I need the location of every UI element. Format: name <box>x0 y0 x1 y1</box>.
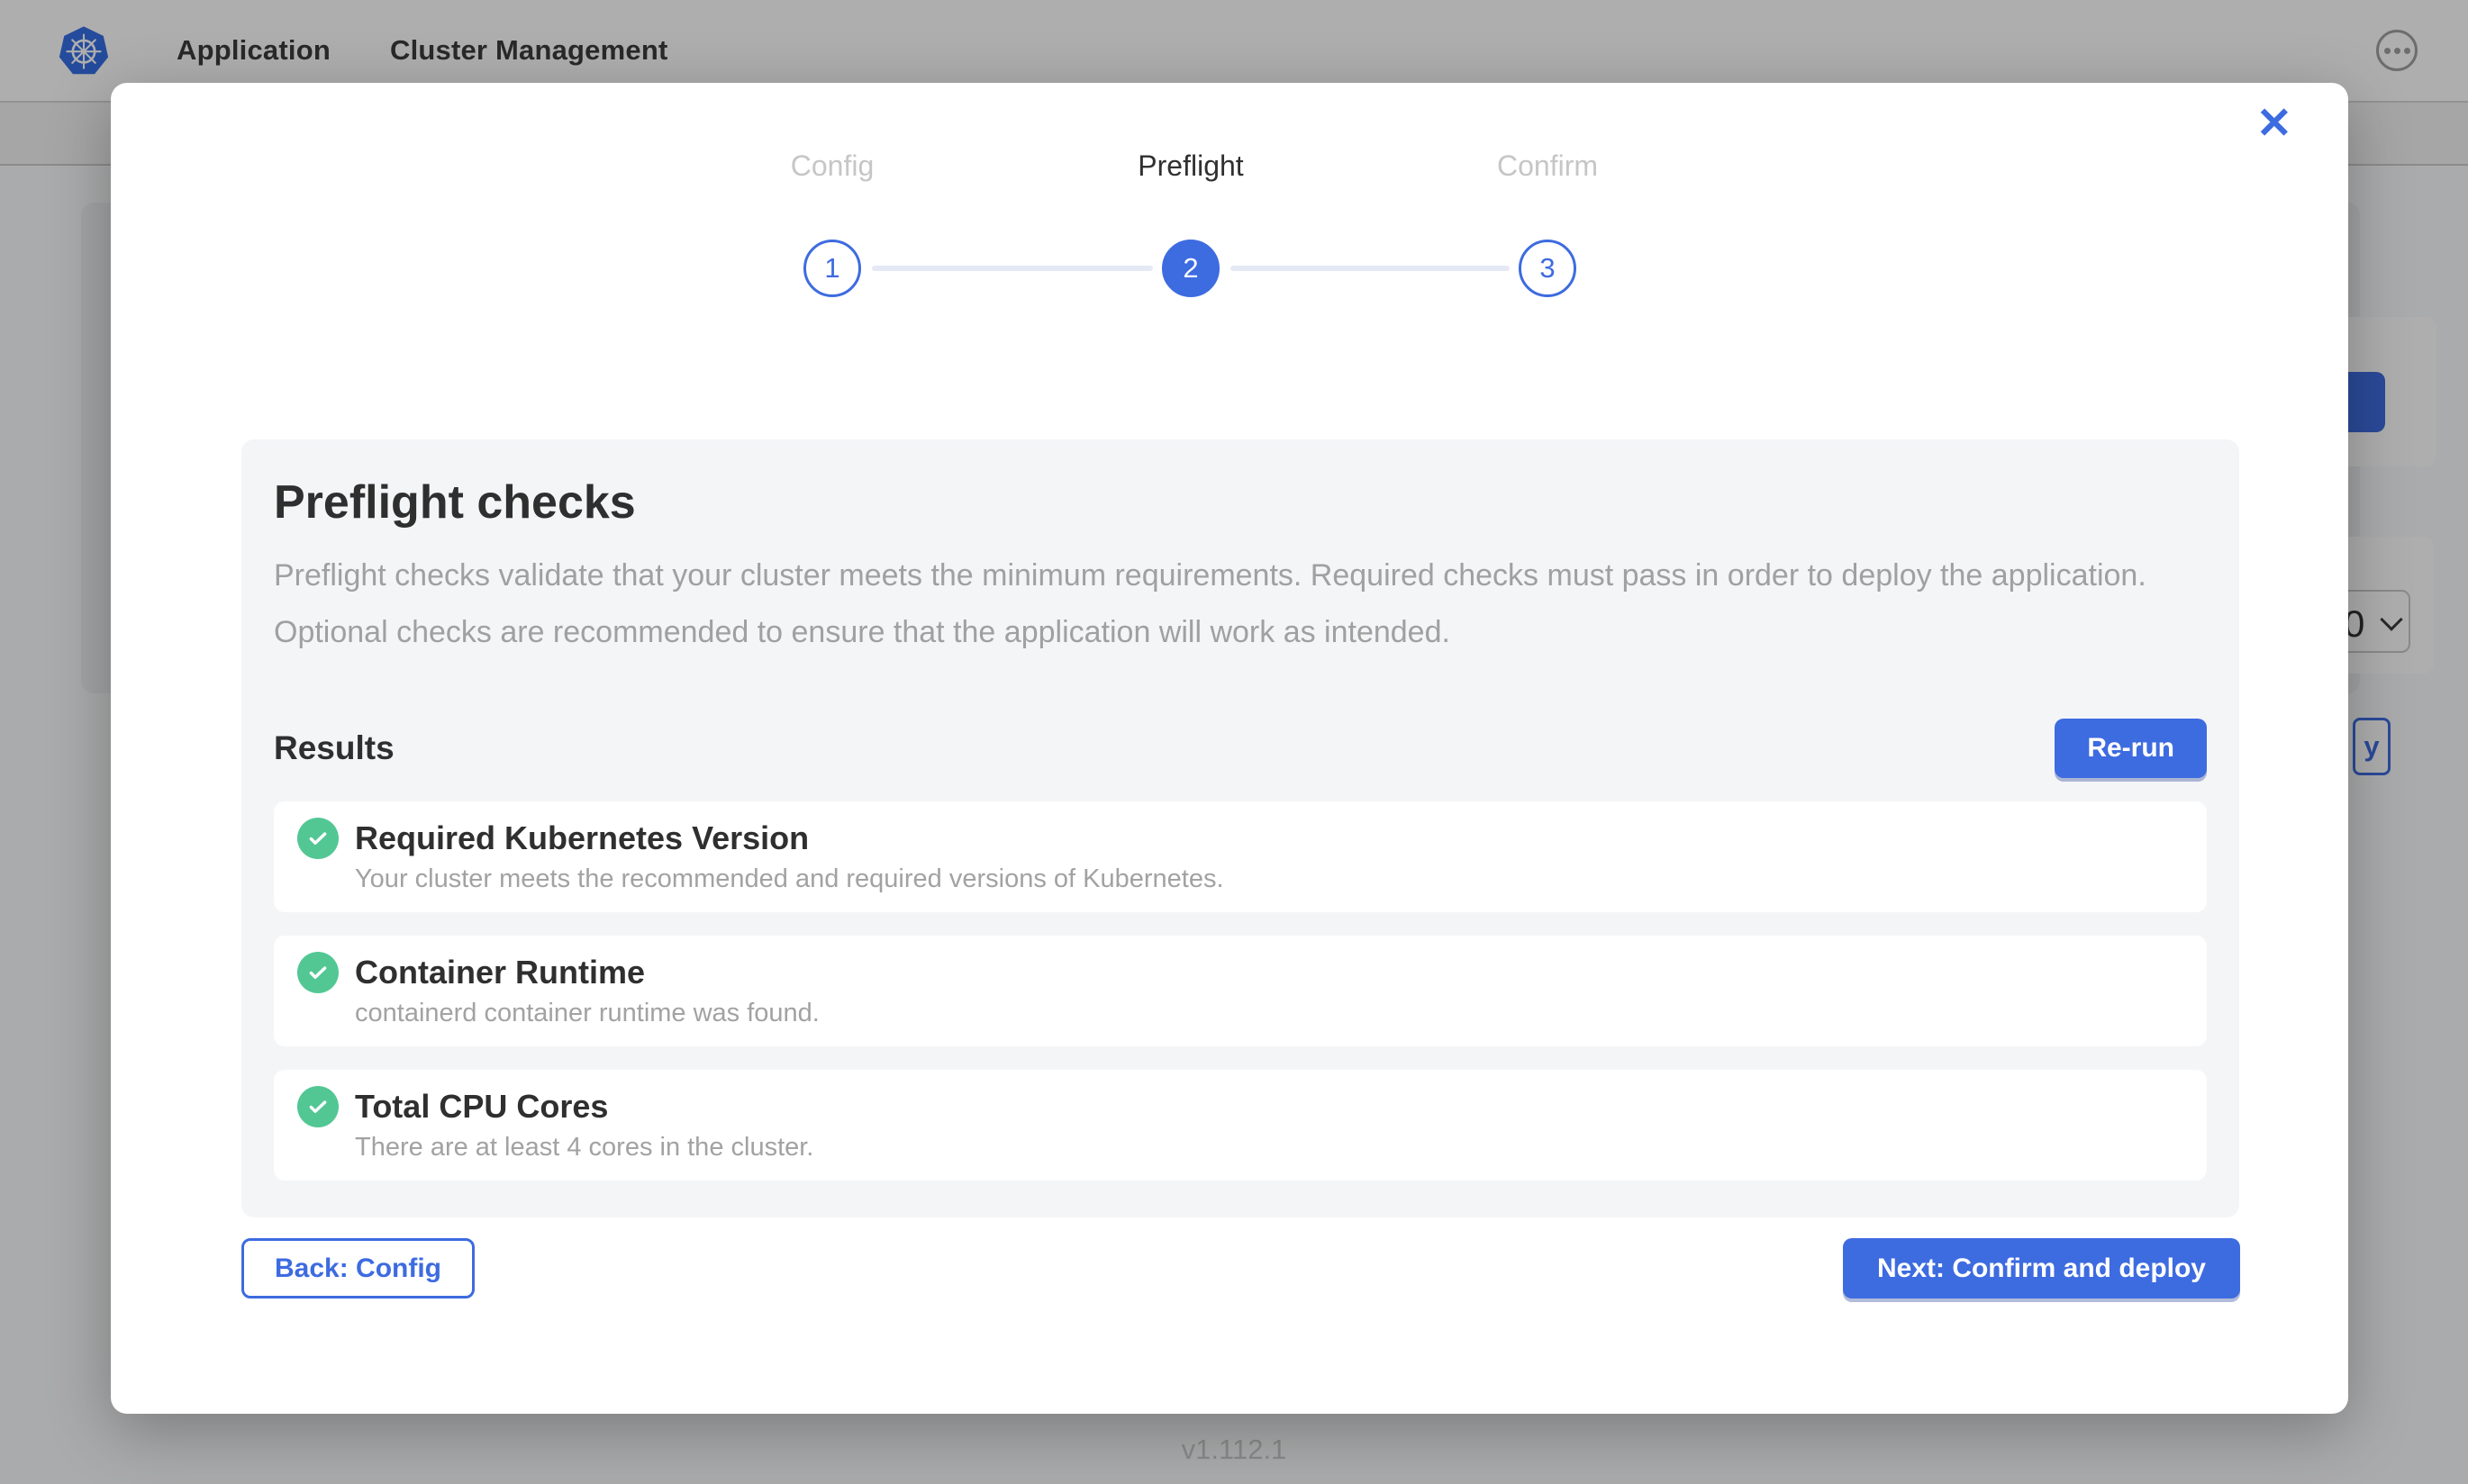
check-head: Container Runtime <box>297 952 2178 993</box>
preflight-description: Preflight checks validate that your clus… <box>274 547 2207 661</box>
back-config-button[interactable]: Back: Config <box>241 1238 475 1298</box>
preflight-panel: Preflight checks Preflight checks valida… <box>241 439 2239 1217</box>
check-head: Required Kubernetes Version <box>297 818 2178 859</box>
check-title: Container Runtime <box>355 954 645 991</box>
check-pass-icon <box>297 818 339 859</box>
check-item: Total CPU Cores There are at least 4 cor… <box>274 1070 2207 1181</box>
step-circle-1[interactable]: 1 <box>803 240 861 297</box>
results-heading: Results <box>274 729 395 767</box>
check-title: Total CPU Cores <box>355 1088 608 1126</box>
step-label-preflight: Preflight <box>1056 149 1326 183</box>
check-pass-icon <box>297 952 339 993</box>
check-item: Required Kubernetes Version Your cluster… <box>274 801 2207 912</box>
page-title: Preflight checks <box>274 475 2207 529</box>
close-icon[interactable]: ✕ <box>2256 103 2292 146</box>
check-item: Container Runtime containerd container r… <box>274 936 2207 1046</box>
check-pass-icon <box>297 1086 339 1127</box>
rerun-button[interactable]: Re-run <box>2055 719 2207 778</box>
step-label-confirm: Confirm <box>1412 149 1683 183</box>
step-connector <box>1230 266 1510 271</box>
check-description: containerd container runtime was found. <box>355 999 2178 1028</box>
next-confirm-deploy-button[interactable]: Next: Confirm and deploy <box>1843 1238 2240 1298</box>
results-row: Results Re-run <box>274 719 2207 778</box>
screen: Application Cluster Management 0 y v1.11… <box>0 0 2468 1484</box>
check-title: Required Kubernetes Version <box>355 819 809 857</box>
step-label-config: Config <box>697 149 967 183</box>
check-head: Total CPU Cores <box>297 1086 2178 1127</box>
preflight-modal: ✕ Config Preflight Confirm 1 2 3 Preflig… <box>111 83 2348 1414</box>
step-connector <box>872 266 1153 271</box>
step-circle-2[interactable]: 2 <box>1162 240 1220 297</box>
check-description: Your cluster meets the recommended and r… <box>355 864 2178 894</box>
check-description: There are at least 4 cores in the cluste… <box>355 1133 2178 1163</box>
step-circle-3[interactable]: 3 <box>1519 240 1576 297</box>
